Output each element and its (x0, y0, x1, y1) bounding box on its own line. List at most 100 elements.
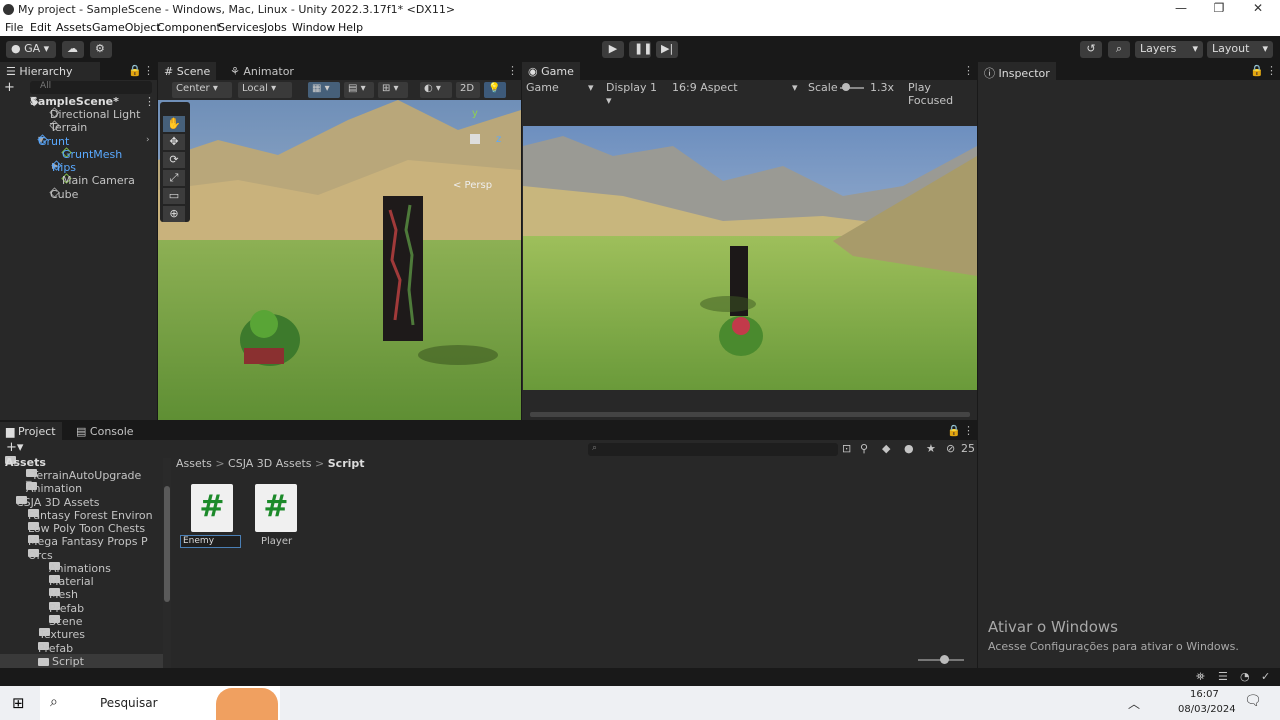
tab-inspector[interactable]: ⓘ Inspector (978, 62, 1056, 80)
search-icon[interactable]: ⌕ (1108, 41, 1130, 58)
scale-tool-icon[interactable]: ⤢ (163, 170, 185, 186)
scene-gizmo[interactable]: y z (448, 108, 508, 170)
label-icon[interactable]: ◆ (882, 442, 890, 455)
play-button[interactable]: ▶ (602, 41, 624, 58)
kebab-menu-icon[interactable]: ⋮ (963, 64, 974, 77)
clock-time[interactable]: 16:07 (1190, 689, 1219, 700)
menu-window[interactable]: Window (292, 21, 335, 34)
rect-tool-icon[interactable]: ▭ (163, 188, 185, 204)
csharp-script-icon[interactable]: # (191, 484, 233, 532)
move-tool-icon[interactable]: ✥ (163, 134, 185, 150)
pivot-center-dropdown[interactable]: Center ▾ (172, 82, 232, 98)
notifications-icon[interactable]: 🗨 (1244, 693, 1262, 709)
scrollbar-thumb[interactable] (164, 486, 170, 602)
display-dropdown[interactable]: Display 1 ▾ (606, 81, 666, 107)
history-icon[interactable]: ↺ (1080, 41, 1102, 58)
snap-increment-icon[interactable]: ▤ ▾ (344, 82, 374, 98)
play-focused-dropdown[interactable]: Play Focused (908, 81, 977, 107)
toggle-2d-button[interactable]: 2D (456, 82, 480, 98)
menu-component[interactable]: Component (157, 21, 221, 34)
transform-tool-icon[interactable]: ⊕ (163, 206, 185, 222)
csharp-script-icon[interactable]: # (255, 484, 297, 532)
add-icon[interactable]: + (4, 80, 18, 95)
menu-help[interactable]: Help (338, 21, 363, 34)
cloud-icon[interactable]: ☁ (62, 41, 84, 58)
menu-edit[interactable]: Edit (30, 21, 51, 34)
rename-asset-input[interactable]: Enemy (180, 535, 241, 548)
layers-dropdown[interactable]: Layers ▾ (1135, 41, 1203, 58)
tab-hierarchy[interactable]: ☰ Hierarchy (0, 62, 100, 80)
account-button[interactable]: ● GA ▾ (6, 41, 56, 58)
scene-kebab-icon[interactable]: ⋮ (144, 95, 155, 108)
project-tree-scrollbar[interactable] (163, 458, 171, 668)
animator-icon: ⚘ (230, 65, 240, 78)
layout-dropdown[interactable]: Layout ▾ (1207, 41, 1273, 58)
debug-icon[interactable]: ⛯ (1196, 670, 1205, 684)
breadcrumb-item[interactable]: CSJA 3D Assets (228, 457, 312, 470)
menu-jobs[interactable]: Jobs (264, 21, 287, 34)
check-icon[interactable]: ✓ (1261, 670, 1270, 683)
kebab-menu-icon[interactable]: ⋮ (963, 424, 974, 437)
icon-size-slider-handle[interactable] (940, 655, 949, 664)
pause-button[interactable]: ❚❚ (629, 41, 652, 58)
scale-slider-handle[interactable] (842, 83, 850, 91)
game-scrollbar[interactable] (530, 412, 970, 417)
tab-animator[interactable]: ⚘ Animator (224, 62, 300, 80)
tab-console[interactable]: ▤ Console (70, 422, 140, 440)
project-panel: ▆ Project ▤ Console 🔒 ⋮ +▾ ⌕ ⊡ ⚲ ◆ ● ★ ⊘… (0, 422, 977, 668)
gizmo-center[interactable] (470, 134, 480, 144)
kebab-menu-icon[interactable]: ⋮ (143, 64, 154, 77)
breadcrumb-item[interactable]: Assets (176, 457, 212, 470)
menu-assets[interactable]: Assets (56, 21, 92, 34)
game-viewport[interactable] (523, 126, 977, 390)
stack-icon[interactable]: ☰ (1218, 670, 1228, 683)
maximize-button[interactable]: ❐ (1204, 1, 1234, 19)
hand-tool-icon[interactable]: ✋ (163, 116, 185, 132)
search-by-type-icon[interactable]: ⊡ (842, 442, 851, 455)
rotate-tool-icon[interactable]: ⟳ (163, 152, 185, 168)
add-icon[interactable]: +▾ (6, 440, 23, 455)
chevron-right-icon[interactable]: › (146, 135, 150, 145)
warning-icon[interactable]: ● (904, 442, 914, 455)
project-tree-item-selected[interactable]: Script (0, 654, 163, 668)
tab-project[interactable]: ▆ Project (0, 422, 62, 440)
menu-services[interactable]: Services (218, 21, 264, 34)
menu-gameobject[interactable]: GameObject (92, 21, 161, 34)
draw-mode-icon[interactable]: ◐ ▾ (420, 82, 452, 98)
space-local-dropdown[interactable]: Local ▾ (238, 82, 292, 98)
filter-type-icon[interactable]: ⚲ (860, 442, 868, 455)
grid-plane-icon[interactable]: ⊞ ▾ (378, 82, 408, 98)
lock-icon[interactable]: 🔒 (1250, 64, 1264, 77)
minimize-button[interactable]: — (1166, 1, 1196, 19)
game-view-dropdown[interactable]: Game ▾ (526, 81, 594, 94)
favorite-icon[interactable]: ★ (926, 442, 936, 455)
menu-file[interactable]: File (5, 21, 23, 34)
asset-label[interactable]: Player (261, 536, 292, 547)
progress-icon[interactable]: ◔ (1240, 670, 1250, 683)
persp-label[interactable]: < Persp (453, 180, 492, 191)
hidden-packages-icon[interactable]: ⊘ (946, 442, 955, 455)
cube-object[interactable] (383, 196, 423, 341)
step-button[interactable]: ▶| (656, 41, 678, 58)
taskbar-search-box[interactable]: ⌕ Pesquisar (40, 686, 280, 720)
lock-icon[interactable]: 🔒 (947, 424, 961, 437)
kebab-menu-icon[interactable]: ⋮ (1266, 64, 1277, 77)
windows-start-icon[interactable]: ⊞ (12, 694, 25, 712)
collab-icon[interactable]: ⚙ (90, 41, 112, 58)
project-tree-label: Prefab (49, 602, 85, 615)
tab-scene[interactable]: # Scene (158, 62, 217, 80)
grid-snap-icon[interactable]: ▦ ▾ (308, 82, 340, 98)
lighting-toggle-icon[interactable]: 💡 (484, 82, 506, 98)
kebab-menu-icon[interactable]: ⋮ (507, 64, 518, 77)
lock-icon[interactable]: 🔒 (128, 64, 142, 77)
breadcrumb-item[interactable]: Script (328, 457, 365, 470)
close-button[interactable]: ✕ (1243, 1, 1273, 19)
tab-game[interactable]: ◉ Game (522, 62, 580, 80)
chevron-up-icon[interactable]: ︿ (1128, 695, 1140, 712)
project-search-input[interactable]: ⌕ (588, 443, 838, 456)
project-tree-label: Textures (39, 628, 85, 641)
clock-date[interactable]: 08/03/2024 (1178, 704, 1236, 715)
aspect-dropdown[interactable]: 16:9 Aspect ▾ (672, 81, 802, 94)
hierarchy-search-placeholder: All (40, 81, 52, 91)
hierarchy-search-input[interactable]: All (30, 81, 152, 94)
